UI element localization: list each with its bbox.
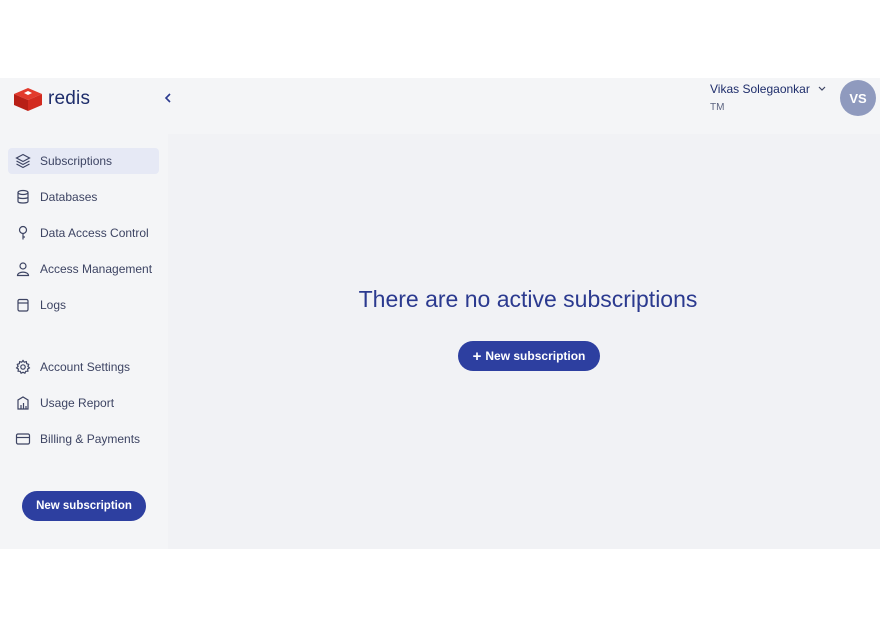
new-subscription-button[interactable]: + New subscription xyxy=(458,341,600,371)
sidebar-item-label: Data Access Control xyxy=(40,226,149,240)
sidebar-item-databases[interactable]: Databases xyxy=(8,184,159,210)
chevron-left-icon xyxy=(164,93,171,103)
avatar[interactable]: VS xyxy=(840,80,876,116)
new-subscription-label: New subscription xyxy=(485,349,586,363)
log-icon xyxy=(15,297,31,313)
sidebar-item-subscriptions[interactable]: Subscriptions xyxy=(8,148,159,174)
gear-icon xyxy=(15,359,31,375)
sidebar-item-label: Account Settings xyxy=(40,360,131,374)
user-menu[interactable]: Vikas Solegaonkar TM xyxy=(710,82,826,113)
chevron-down-icon xyxy=(818,86,826,91)
sidebar-item-usage-report[interactable]: Usage Report xyxy=(8,390,159,416)
sidebar-item-label: Databases xyxy=(40,190,98,204)
sidebar-item-data-access-control[interactable]: Data Access Control xyxy=(8,220,159,246)
user-name: Vikas Solegaonkar xyxy=(710,82,810,96)
brand-name: redis xyxy=(48,88,91,109)
sidebar-item-label: Logs xyxy=(40,298,67,312)
main-content: There are no active subscriptions + New … xyxy=(168,134,880,549)
sidebar-item-label: Subscriptions xyxy=(40,154,113,168)
redis-logo[interactable]: redis xyxy=(12,85,90,113)
collapse-sidebar-button[interactable] xyxy=(160,90,176,106)
sidebar-item-logs[interactable]: Logs xyxy=(8,292,159,318)
redis-cube-icon xyxy=(14,88,42,111)
sidebar-item-billing-payments[interactable]: Billing & Payments xyxy=(8,426,159,452)
sidebar-new-subscription-button[interactable]: New subscription xyxy=(22,491,146,521)
card-icon xyxy=(15,431,31,447)
user-name-toggle[interactable]: Vikas Solegaonkar xyxy=(710,82,826,96)
report-icon xyxy=(15,395,31,411)
sidebar-item-access-management[interactable]: Access Management xyxy=(8,256,159,282)
plus-icon: + xyxy=(472,347,482,365)
sidebar-item-label: Usage Report xyxy=(40,396,115,410)
pin-icon xyxy=(15,225,31,241)
empty-state-title: There are no active subscriptions xyxy=(358,286,698,312)
user-org: TM xyxy=(710,102,725,113)
user-icon xyxy=(15,261,31,277)
sidebar-item-label: Access Management xyxy=(40,262,153,276)
layers-icon xyxy=(15,153,31,169)
app-window: redis Vikas Solegaonkar TM VS Subscripti… xyxy=(0,78,880,549)
sidebar: Subscriptions Databases Data Access Cont… xyxy=(0,134,168,549)
sidebar-item-account-settings[interactable]: Account Settings xyxy=(8,354,159,380)
sidebar-item-label: Billing & Payments xyxy=(40,432,141,446)
database-icon xyxy=(15,189,31,205)
